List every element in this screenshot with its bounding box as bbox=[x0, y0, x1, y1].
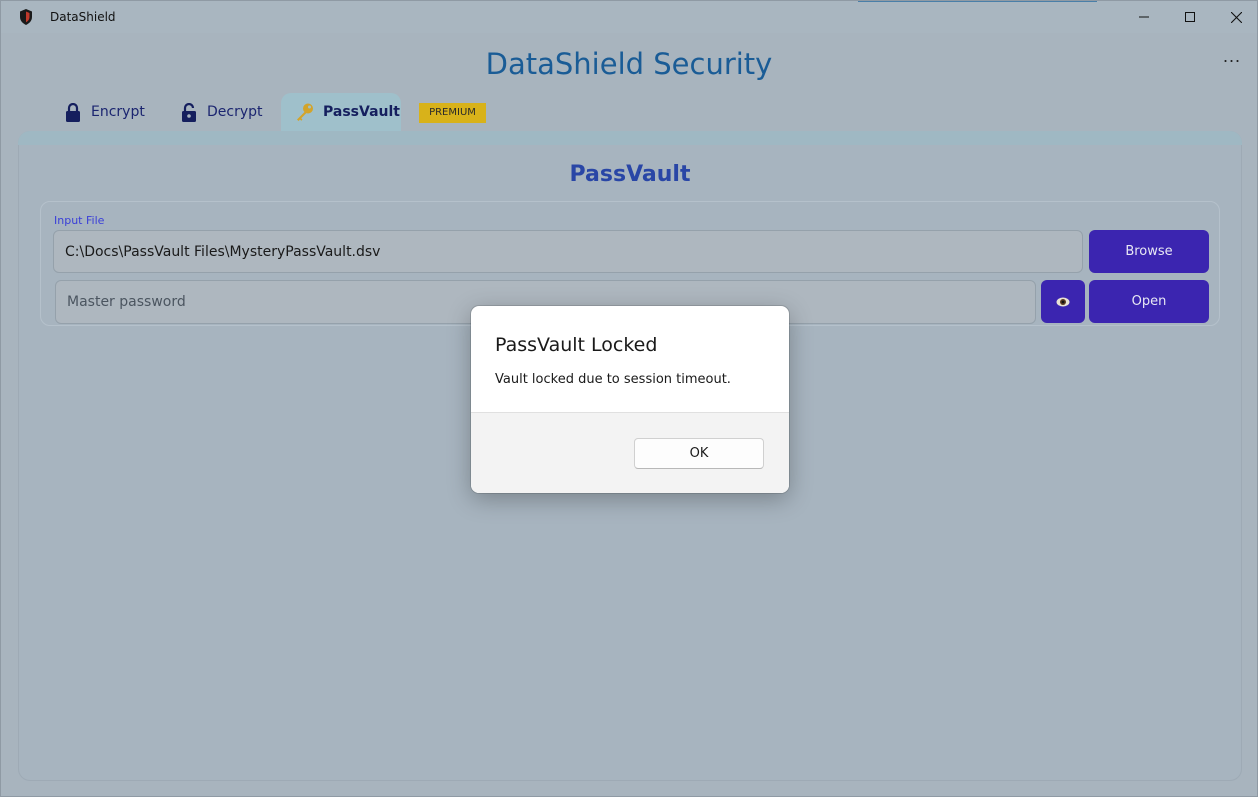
app-window: DataShield DataShield Security ... Encry… bbox=[0, 0, 1258, 797]
dialog-message: Vault locked due to session timeout. bbox=[495, 372, 731, 387]
tab-passvault-label: PassVault bbox=[323, 104, 400, 120]
unlock-icon bbox=[179, 102, 199, 122]
dialog-title: PassVault Locked bbox=[495, 334, 658, 356]
browse-button[interactable]: Browse bbox=[1089, 230, 1209, 273]
open-button[interactable]: Open bbox=[1089, 280, 1209, 323]
maximize-button[interactable] bbox=[1167, 1, 1213, 33]
window-title: DataShield bbox=[50, 10, 116, 24]
title-bar: DataShield bbox=[1, 1, 1257, 33]
close-icon bbox=[1230, 11, 1242, 23]
maximize-icon bbox=[1185, 12, 1195, 22]
shield-icon bbox=[20, 9, 32, 25]
tab-decrypt[interactable]: Decrypt bbox=[165, 93, 277, 131]
show-password-button[interactable] bbox=[1041, 280, 1085, 323]
tab-passvault[interactable]: PassVault bbox=[281, 93, 401, 131]
input-file-value: C:\Docs\PassVault Files\MysteryPassVault… bbox=[65, 243, 381, 260]
app-title: DataShield Security bbox=[485, 47, 773, 81]
master-password-placeholder: Master password bbox=[67, 294, 186, 310]
premium-badge: PREMIUM bbox=[419, 103, 486, 123]
section-title: PassVault bbox=[569, 162, 691, 187]
title-bar-accent bbox=[858, 1, 1097, 2]
tab-decrypt-label: Decrypt bbox=[207, 104, 263, 120]
eye-icon bbox=[1056, 297, 1070, 306]
close-button[interactable] bbox=[1213, 1, 1258, 33]
dialog-footer: OK bbox=[471, 412, 789, 493]
panel-top-strip bbox=[18, 131, 1242, 145]
ok-button[interactable]: OK bbox=[634, 438, 764, 469]
locked-dialog: PassVault Locked Vault locked due to ses… bbox=[471, 306, 789, 493]
tab-encrypt-label: Encrypt bbox=[91, 104, 145, 120]
key-icon bbox=[295, 102, 315, 122]
more-options-button[interactable]: ... bbox=[1220, 47, 1244, 67]
minimize-icon bbox=[1139, 16, 1149, 18]
input-file-label: Input File bbox=[54, 214, 105, 227]
tab-encrypt[interactable]: Encrypt bbox=[49, 93, 159, 131]
lock-icon bbox=[63, 102, 83, 122]
input-file-field[interactable]: C:\Docs\PassVault Files\MysteryPassVault… bbox=[53, 230, 1083, 273]
minimize-button[interactable] bbox=[1121, 1, 1167, 33]
